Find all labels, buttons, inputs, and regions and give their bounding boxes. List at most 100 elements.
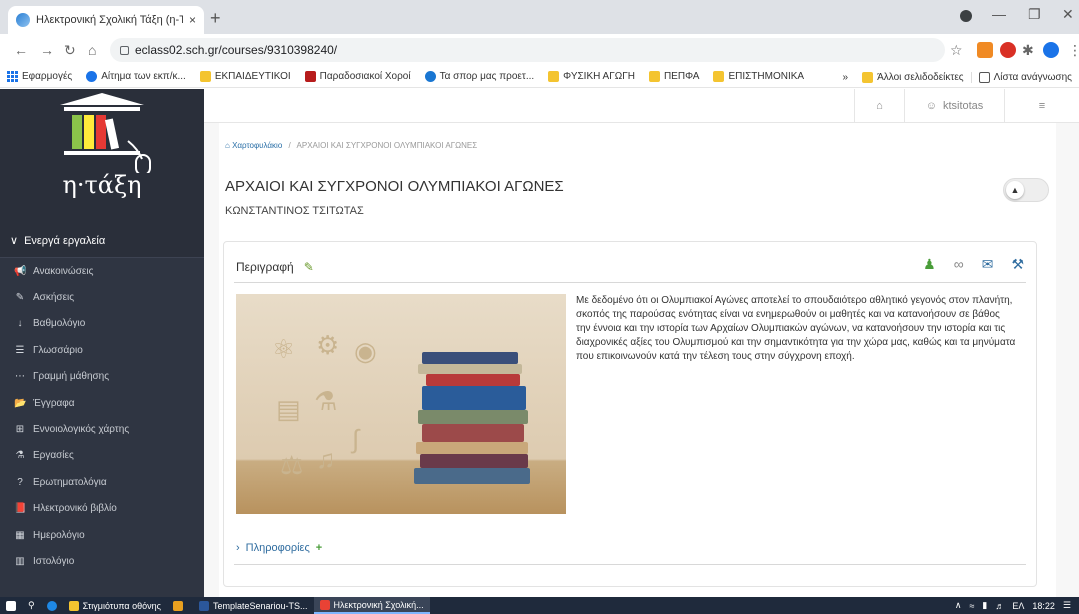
bookmarks-overflow-button[interactable]: » xyxy=(836,72,856,83)
other-bookmarks[interactable]: Άλλοι σελιδοδείκτες xyxy=(855,71,972,83)
forward-arrow-icon[interactable]: → xyxy=(40,42,54,58)
page-icon xyxy=(304,71,316,82)
taskbar-app-label: TemplateSenariou-TS... xyxy=(212,600,308,611)
sidebar-item[interactable]: ? Ερωτηματολόγια xyxy=(0,469,204,495)
bookmark-item[interactable]: Εφαρμογές xyxy=(0,71,79,82)
language-indicator[interactable]: ΕΛ xyxy=(1012,601,1024,611)
sidebar-item[interactable]: ✎ Ασκήσεις xyxy=(0,284,204,310)
sidebar-item[interactable]: ▥ Ιστολόγιο xyxy=(0,548,204,574)
home-icon[interactable]: ⌂ xyxy=(88,42,96,58)
users-icon[interactable]: ♟ xyxy=(923,256,936,273)
sidebar-item[interactable]: ⚗ Εργασίες xyxy=(0,443,204,469)
main-area: ⌂ Χαρτοφυλάκιο / ΑΡΧΑΙΟΙ ΚΑΙ ΣΥΓΧΡΟΝΟΙ Ο… xyxy=(204,123,1079,597)
reading-list[interactable]: Λίστα ανάγνωσης xyxy=(972,71,1079,83)
unlock-icon[interactable]: ✉ xyxy=(982,256,994,273)
extension-opera-icon[interactable] xyxy=(1000,42,1016,58)
bookmark-item[interactable]: ΦΥΣΙΚΗ ΑΓΩΓΗ xyxy=(541,71,642,82)
reload-icon[interactable]: ↻ xyxy=(64,42,76,59)
back-arrow-icon[interactable]: ← xyxy=(14,42,28,58)
bookmark-star-icon[interactable]: ☆ xyxy=(950,42,963,59)
extensions-puzzle-icon[interactable]: ✱ xyxy=(1022,42,1034,59)
breadcrumb-separator: / xyxy=(288,141,291,150)
wrench-icon[interactable]: ⚒ xyxy=(1011,256,1024,273)
bookmark-item[interactable]: ΕΚΠΑΙΔΕΥΤΙΚΟΙ xyxy=(193,71,298,82)
sidebar-item[interactable]: 📕 Ηλεκτρονικό βιβλίο xyxy=(0,496,204,522)
bookmark-label: Τα σπορ μας προετ... xyxy=(439,71,535,82)
taskbar-app[interactable]: Στιγμιότυπα οθόνης xyxy=(63,597,167,614)
edge-button[interactable] xyxy=(41,597,63,614)
browser-tab-bar: Ηλεκτρονική Σχολική Τάξη (η-Τάξη) × + — … xyxy=(0,0,1079,34)
bookmark-item[interactable]: ΕΠΙΣΤΗΜΟΝΙΚΑ xyxy=(706,71,811,82)
sidebar-item[interactable]: ▦ Ημερολόγιο xyxy=(0,522,204,548)
bookmark-label: ΕΚΠΑΙΔΕΥΤΙΚΟΙ xyxy=(214,71,291,82)
sidebar-item-label: Γλωσσάριο xyxy=(33,344,83,356)
battery-icon[interactable]: ▮ xyxy=(982,600,987,611)
paperclip-icon[interactable]: ∞ xyxy=(954,256,964,273)
book-shape xyxy=(418,410,528,424)
sidebar-item-label: Ανακοινώσεις xyxy=(33,265,94,277)
taskbar-app[interactable] xyxy=(167,597,193,614)
breadcrumb-current: ΑΡΧΑΙΟΙ ΚΑΙ ΣΥΓΧΡΟΝΟΙ ΟΛΥΜΠΙΑΚΟΙ ΑΓΩΝΕΣ xyxy=(296,141,478,150)
clock[interactable]: 18:22 xyxy=(1032,601,1055,611)
profile-menu-icon[interactable] xyxy=(960,10,972,22)
taskbar-app[interactable]: TemplateSenariou-TS... xyxy=(193,597,314,614)
taskbar-app[interactable]: Ηλεκτρονική Σχολική... xyxy=(313,597,430,614)
user-avatar-icon[interactable] xyxy=(1043,42,1059,58)
eclass-logo[interactable]: η·τάξη xyxy=(0,89,204,224)
network-icon[interactable]: ≈ xyxy=(969,601,974,611)
close-window-icon[interactable]: ✕ xyxy=(1062,6,1074,23)
folder-icon xyxy=(713,71,725,82)
sidebar-item-label: Εννοιολογικός χάρτης xyxy=(33,424,130,436)
sidebar-item[interactable]: 📂 Έγγραφα xyxy=(0,390,204,416)
sidebar-item-label: Ιστολόγιο xyxy=(33,555,75,567)
search-icon: ⚲ xyxy=(28,600,35,610)
sidebar-item[interactable]: ☰ Γλωσσάριο xyxy=(0,337,204,363)
flask-icon: ⚗ xyxy=(15,450,25,462)
folder-icon xyxy=(862,71,874,83)
start-button[interactable] xyxy=(0,597,22,614)
browser-tab-active[interactable]: Ηλεκτρονική Σχολική Τάξη (η-Τάξη) × xyxy=(8,6,204,34)
info-toggle[interactable]: › Πληροφορίες + xyxy=(236,542,322,554)
tray-chevron-icon[interactable]: ∧ xyxy=(955,600,962,611)
flask-doodle: ⚗ xyxy=(314,386,338,416)
student-view-toggle[interactable]: ▲ xyxy=(1003,178,1049,202)
bookmark-label: ΕΠΙΣΤΗΜΟΝΙΚΑ xyxy=(728,71,805,82)
browser-menu-icon[interactable]: ⋮ xyxy=(1068,42,1079,59)
extension-sc-icon[interactable] xyxy=(977,42,993,58)
taskbar-app-label: Ηλεκτρονική Σχολική... xyxy=(333,599,424,610)
new-tab-button[interactable]: + xyxy=(210,8,221,29)
sidebar-item[interactable]: 📢 Ανακοινώσεις xyxy=(0,258,204,284)
sliders-icon: ≡ xyxy=(1038,100,1046,112)
logo-books-icon xyxy=(60,93,151,173)
bookmark-item[interactable]: ΠΕΠΦΑ xyxy=(642,71,706,82)
info-divider xyxy=(234,564,1026,565)
bookmark-item[interactable]: Αίτημα των εκπ/κ... xyxy=(79,71,193,82)
volume-icon[interactable]: ♬ xyxy=(995,601,1004,611)
user-menu[interactable]: ☺ ktsitotas xyxy=(904,89,1004,123)
folder-icon xyxy=(648,71,660,82)
restore-window-icon[interactable]: ❐ xyxy=(1028,6,1041,23)
sidebar-item[interactable]: ↓ Βαθμολόγιο xyxy=(0,311,204,337)
graduation-cap-icon: ▲ xyxy=(1006,181,1024,199)
course-title: ΑΡΧΑΙΟΙ ΚΑΙ ΣΥΓΧΡΟΝΟΙ ΟΛΥΜΠΙΑΚΟΙ ΑΓΩΝΕΣ xyxy=(225,178,564,195)
chevron-down-icon: ∨ xyxy=(10,235,19,247)
notifications-icon[interactable]: ☰ xyxy=(1063,600,1071,611)
palette-doodle: ◉ xyxy=(354,336,377,366)
active-tools-header[interactable]: ∨ Ενεργά εργαλεία xyxy=(0,224,204,258)
breadcrumb-home[interactable]: ⌂ Χαρτοφυλάκιο xyxy=(225,141,285,150)
search-button[interactable]: ⚲ xyxy=(22,597,41,614)
edit-pencil-icon[interactable]: ✎ xyxy=(304,260,314,274)
tab-close-icon[interactable]: × xyxy=(189,13,196,27)
home-button[interactable]: ⌂ xyxy=(854,89,904,123)
sidebar-item-label: Ερωτηματολόγια xyxy=(33,476,107,488)
sidebar-item[interactable]: ⋯ Γραμμή μάθησης xyxy=(0,364,204,390)
reading-list-label: Λίστα ανάγνωσης xyxy=(993,71,1072,83)
minimize-window-icon[interactable]: — xyxy=(992,6,1006,22)
sidebar-item[interactable]: ⊞ Εννοιολογικός χάρτης xyxy=(0,416,204,442)
bookmark-item[interactable]: Παραδοσιακοί Χοροί xyxy=(298,71,418,82)
dna-doodle: ∫ xyxy=(352,424,360,454)
bookmark-item[interactable]: Τα σπορ μας προετ... xyxy=(418,71,542,82)
settings-toggle-button[interactable]: ≡ xyxy=(1004,89,1079,123)
reading-list-icon xyxy=(978,71,990,83)
address-bar[interactable]: eclass02.sch.gr/courses/9310398240/ xyxy=(110,38,945,62)
